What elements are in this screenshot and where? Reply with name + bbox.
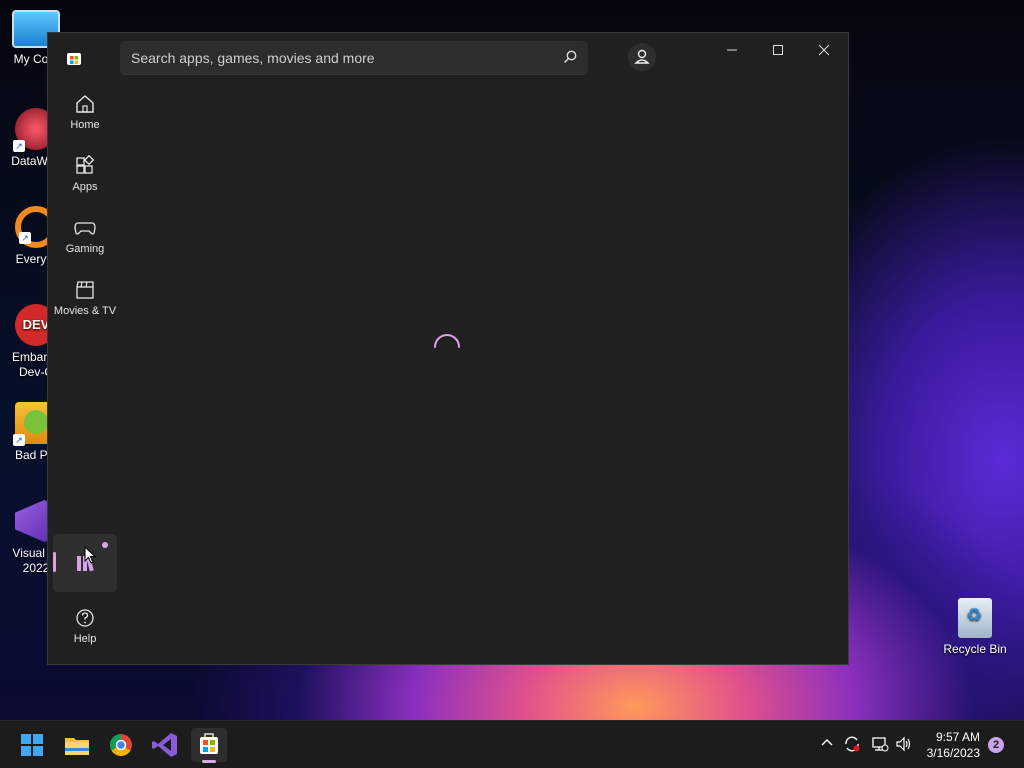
minimize-icon [727, 49, 737, 51]
store-logo-icon [66, 50, 82, 66]
shortcut-arrow-icon: ↗ [13, 434, 25, 446]
taskbar-file-explorer[interactable] [59, 728, 95, 762]
nav-label: Home [70, 119, 100, 131]
volume-icon [896, 736, 911, 752]
shortcut-arrow-icon: ↗ [19, 232, 31, 244]
account-button[interactable] [628, 43, 656, 71]
maximize-icon [773, 45, 783, 55]
nav-help[interactable]: Help [53, 599, 117, 657]
desktop-icon-label: Recycle Bin [943, 642, 1007, 656]
nav-label: Gaming [65, 243, 105, 255]
visual-studio-icon [152, 733, 177, 757]
store-icon [200, 733, 218, 754]
search-icon[interactable] [562, 49, 578, 70]
chevron-up-icon [821, 739, 833, 746]
nav-label: Help [73, 633, 97, 645]
minimize-button[interactable] [709, 35, 755, 65]
active-indicator [53, 552, 56, 572]
desktop-icon-recycle-bin[interactable]: ♻ Recycle Bin [939, 598, 1011, 657]
microsoft-store-window: Search apps, games, movies and more Home… [47, 32, 849, 665]
taskbar-chrome[interactable] [103, 728, 139, 762]
nav-library[interactable] [53, 534, 117, 592]
movies-icon [76, 281, 94, 299]
account-icon [634, 49, 650, 64]
notification-badge[interactable]: 2 [988, 737, 1004, 753]
gaming-icon [74, 222, 96, 235]
shortcut-arrow-icon: ↗ [13, 140, 25, 152]
nav-apps[interactable]: Apps [53, 147, 117, 205]
search-box[interactable]: Search apps, games, movies and more [120, 41, 588, 75]
windows-start-icon [21, 734, 43, 756]
nav-movies-tv[interactable]: Movies & TV [53, 271, 117, 329]
nav-gaming[interactable]: Gaming [53, 209, 117, 267]
chrome-icon [110, 734, 132, 756]
update-badge [102, 542, 108, 548]
taskbar: 9:57 AM 3/16/2023 2 [0, 720, 1024, 768]
close-icon [818, 44, 830, 56]
clock-date: 3/16/2023 [926, 746, 980, 760]
show-hidden-icons-button[interactable] [820, 735, 834, 754]
loading-spinner [431, 333, 463, 370]
nav-label: Apps [72, 181, 98, 193]
taskbar-visual-studio[interactable] [147, 728, 183, 762]
start-button[interactable] [14, 728, 50, 762]
taskbar-microsoft-store[interactable] [191, 728, 227, 763]
network-status[interactable] [871, 735, 889, 758]
sync-status[interactable] [843, 735, 861, 758]
active-app-indicator [202, 760, 216, 763]
help-icon [76, 609, 94, 627]
clock-time: 9:57 AM [935, 730, 980, 744]
network-icon [872, 737, 889, 752]
maximize-button[interactable] [755, 35, 801, 65]
apps-icon [76, 155, 95, 174]
sync-icon [845, 736, 860, 752]
search-input[interactable]: Search apps, games, movies and more [131, 50, 375, 66]
folder-icon [65, 738, 89, 755]
recycle-bin-icon: ♻ [958, 598, 992, 638]
mouse-cursor-icon [84, 546, 97, 564]
home-icon [76, 95, 94, 113]
volume-control[interactable] [895, 735, 913, 758]
close-button[interactable] [801, 35, 847, 65]
nav-home[interactable]: Home [53, 85, 117, 143]
system-clock[interactable]: 9:57 AM 3/16/2023 [927, 729, 980, 761]
nav-label: Movies & TV [53, 305, 117, 317]
